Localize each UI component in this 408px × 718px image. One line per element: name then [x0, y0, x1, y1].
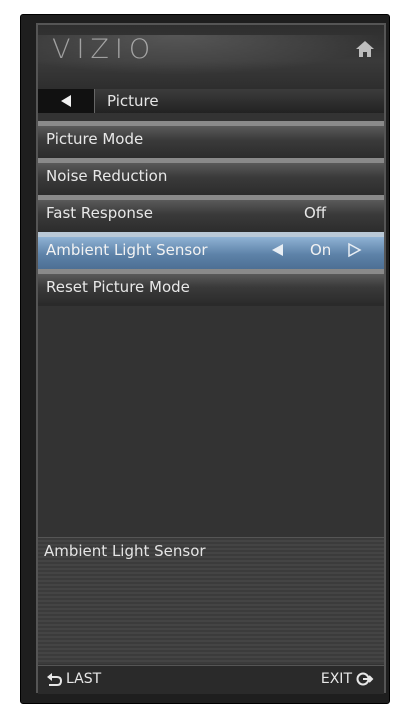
menu-item-noise-reduction[interactable]: Noise Reduction	[38, 158, 384, 195]
breadcrumb-title: Picture	[94, 89, 384, 113]
triangle-left-icon	[61, 95, 71, 107]
last-label: LAST	[66, 671, 102, 687]
tv-menu-frame: VIZIO Picture Picture Mode Noise Reducti…	[20, 14, 390, 704]
exit-button[interactable]: EXIT	[321, 671, 374, 687]
arrow-right-icon[interactable]	[348, 242, 362, 258]
menu-panel: VIZIO Picture Picture Mode Noise Reducti…	[36, 23, 386, 694]
exit-icon	[356, 672, 374, 686]
return-arrow-icon	[47, 673, 62, 686]
menu-item-value: Off	[304, 204, 327, 222]
last-button[interactable]: LAST	[46, 671, 101, 687]
menu-item-label: Picture Mode	[46, 130, 144, 148]
menu-item-ambient-light-sensor[interactable]: Ambient Light Sensor On	[38, 232, 384, 269]
menu-item-label: Fast Response	[46, 204, 153, 222]
menu-item-label: Ambient Light Sensor	[46, 241, 208, 259]
breadcrumb: Picture	[38, 89, 384, 113]
menu-header: VIZIO	[38, 25, 384, 91]
home-icon[interactable]	[354, 39, 376, 59]
back-button[interactable]	[38, 89, 94, 113]
description-title: Ambient Light Sensor	[44, 542, 206, 560]
menu-item-label: Noise Reduction	[46, 167, 168, 185]
menu-item-picture-mode[interactable]: Picture Mode	[38, 121, 384, 158]
vizio-logo: VIZIO	[52, 34, 157, 65]
menu-footer: LAST EXIT	[38, 665, 384, 694]
menu-item-value: On	[310, 241, 332, 259]
menu-list: Picture Mode Noise Reduction Fast Respon…	[38, 121, 384, 306]
menu-item-fast-response[interactable]: Fast Response Off	[38, 195, 384, 232]
arrow-left-icon[interactable]	[270, 242, 284, 258]
description-area: Ambient Light Sensor	[38, 537, 384, 664]
menu-item-label: Reset Picture Mode	[46, 278, 190, 296]
exit-label: EXIT	[320, 671, 352, 687]
menu-item-reset-picture-mode[interactable]: Reset Picture Mode	[38, 269, 384, 306]
